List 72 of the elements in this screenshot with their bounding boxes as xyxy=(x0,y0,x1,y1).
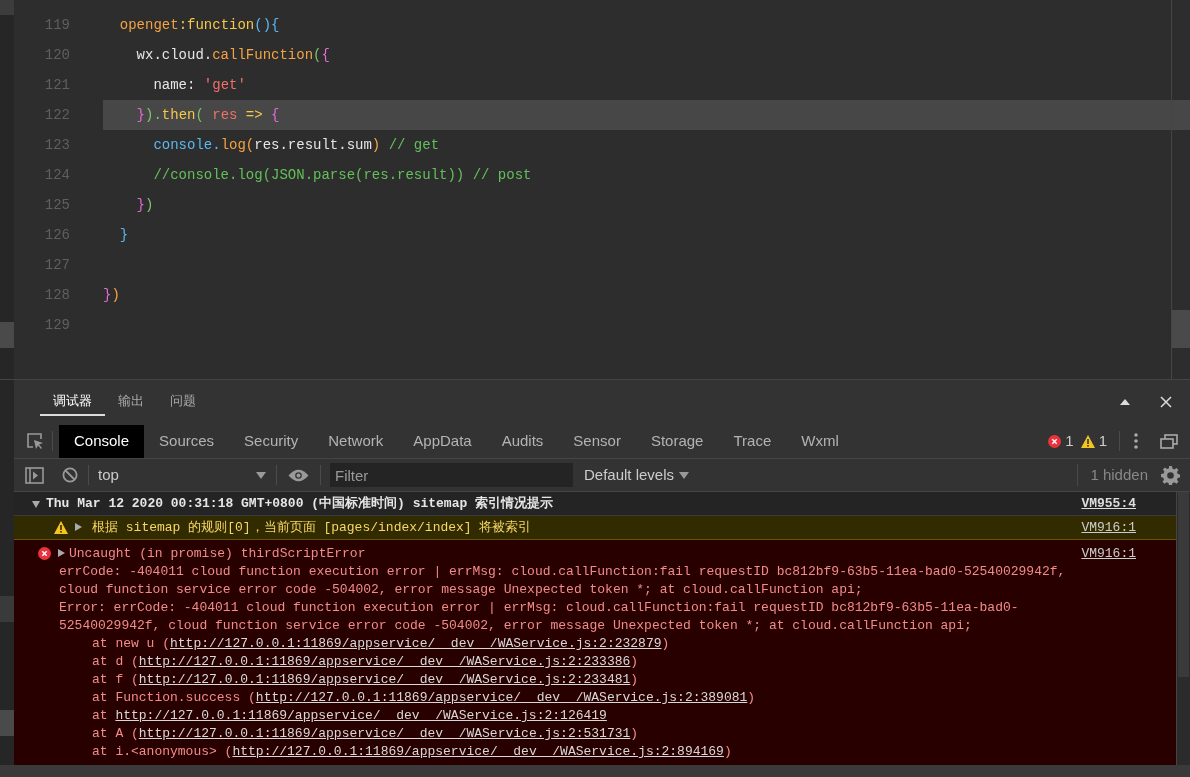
scrollbar-thumb[interactable] xyxy=(1172,310,1190,348)
code-line: }) xyxy=(135,195,154,215)
more-icon[interactable] xyxy=(1134,433,1138,449)
scrollbar-thumb[interactable] xyxy=(1178,492,1189,677)
error-text: Error: errCode: -404011 cloud function execution error | errMsg: cloud.callFunction:fail requestID bc812bf9-63b5-11ea-bad0- xyxy=(59,599,1020,617)
stack-link[interactable]: http://127.0.0.1:11869/appservice/__dev__/WAService.js:2:126419 xyxy=(115,708,607,723)
warning-message: 根据 sitemap 的规则[0]，当前页面 [pages/index/index] 将被索引 xyxy=(92,518,532,537)
dock-icon[interactable] xyxy=(1160,433,1178,449)
devtools-tab[interactable]: Audits xyxy=(486,424,559,458)
error-text: errCode: -404011 cloud function execution error | errMsg: cloud.callFunction:fail requestID bc812bf9-63b5-11ea-bad0-52540029942f, xyxy=(59,563,1067,581)
error-title: Uncaught (in promise) thirdScriptError xyxy=(69,544,366,563)
devtools-tab[interactable]: Storage xyxy=(635,424,719,458)
stack-frame: at A (http://127.0.0.1:11869/appservice/__dev__/WAService.js:2:531731) xyxy=(59,725,1136,743)
stack-frame: at d (http://127.0.0.1:11869/appservice/__dev__/WAService.js:2:233386) xyxy=(59,653,1136,671)
stack-link[interactable]: http://127.0.0.1:11869/appservice/__dev__/WAService.js:2:389081 xyxy=(255,690,748,705)
warning-count: 1 xyxy=(1098,430,1107,451)
error-icon xyxy=(1048,434,1062,448)
stack-frame: at http://127.0.0.1:11869/appservice/__dev__/WAService.js:2:126419 xyxy=(59,707,1136,725)
source-link[interactable]: VM916:1 xyxy=(1081,517,1136,538)
context-select[interactable]: top xyxy=(98,463,266,487)
source-link[interactable]: VM916:1 xyxy=(1081,543,1136,563)
devtools-tab[interactable]: Network xyxy=(313,424,399,458)
code-line: }) xyxy=(103,285,120,305)
devtools-tab[interactable]: AppData xyxy=(398,424,487,458)
hidden-count: 1 hidden xyxy=(1090,464,1148,485)
error-count: 1 xyxy=(1065,430,1074,451)
devtools-tab[interactable]: Wxml xyxy=(786,424,854,458)
source-link[interactable]: VM955:4 xyxy=(1081,493,1136,514)
panel-tab[interactable]: 调试器 xyxy=(40,388,105,416)
code-line: wx.cloud.callFunction({ xyxy=(135,45,330,65)
stack-frame: at Function.success (http://127.0.0.1:11869/appservice/__dev__/WAService.js:2:389081) xyxy=(59,689,1136,707)
expanded-arrow-icon[interactable] xyxy=(32,499,40,508)
error-icon xyxy=(38,546,51,560)
close-icon[interactable] xyxy=(1160,396,1172,408)
warning-icon xyxy=(54,520,68,534)
panel-tab[interactable]: 输出 xyxy=(105,388,157,416)
sidebar-toggle-icon[interactable] xyxy=(25,466,44,484)
collapse-up-icon[interactable] xyxy=(1120,399,1130,405)
devtools-tab[interactable]: Security xyxy=(229,424,314,458)
levels-dropdown[interactable]: Default levels xyxy=(584,463,690,487)
code-line: openget:function(){ xyxy=(118,15,280,35)
dropdown-caret-icon xyxy=(256,471,266,479)
devtools-tab[interactable]: Console xyxy=(59,424,145,458)
stack-link[interactable]: http://127.0.0.1:11869/appservice/__dev__/WAService.js:2:894169 xyxy=(232,744,724,759)
filter-field[interactable]: Filter xyxy=(330,463,573,487)
eye-icon[interactable] xyxy=(288,468,309,482)
group-title: Thu Mar 12 2020 00:31:18 GMT+0800 (中国标准时间) sitemap 索引情况提示 xyxy=(46,494,554,513)
dropdown-caret-icon xyxy=(679,471,690,479)
code-line: } xyxy=(118,225,129,245)
error-text: 52540029942f, cloud function service error code -504002, error message Unexpected token *; at cloud.callFunction api; xyxy=(59,617,973,635)
stack-frame: at i.<anonymous> (http://127.0.0.1:11869/appservice/__dev__/WAService.js:2:894169) xyxy=(59,743,1136,761)
devtools-tab[interactable]: Trace xyxy=(718,424,787,458)
warning-icon xyxy=(1080,434,1095,448)
settings-icon[interactable] xyxy=(1161,465,1180,485)
stack-frame: at f (http://127.0.0.1:11869/appservice/__dev__/WAService.js:2:233481) xyxy=(59,671,1136,689)
collapsed-arrow-icon[interactable] xyxy=(57,549,65,558)
stack-link[interactable]: http://127.0.0.1:11869/appservice/__dev__/WAService.js:2:531731 xyxy=(138,726,631,741)
code-line: name: 'get' xyxy=(152,75,246,95)
inspect-icon[interactable] xyxy=(26,432,44,450)
code-line: }).then( res => { xyxy=(135,105,280,125)
code-line: console.log(res.result.sum) // get xyxy=(152,135,440,155)
devtools-tab[interactable]: Sensor xyxy=(558,424,636,458)
clear-icon[interactable] xyxy=(62,467,78,483)
code-line: //console.log(JSON.parse(res.result)) // post xyxy=(152,165,532,185)
error-text: cloud function service error code -504002, error message Unexpected token *; at cloud.callFunction api; xyxy=(59,581,864,599)
panel-tab[interactable]: 问题 xyxy=(157,388,209,416)
stack-link[interactable]: http://127.0.0.1:11869/appservice/__dev__/WAService.js:2:233386 xyxy=(138,654,631,669)
stack-link[interactable]: http://127.0.0.1:11869/appservice/__dev__/WAService.js:2:232879 xyxy=(170,636,662,651)
devtools-tab[interactable]: Sources xyxy=(144,424,230,458)
stack-link[interactable]: http://127.0.0.1:11869/appservice/__dev__/WAService.js:2:233481 xyxy=(138,672,631,687)
collapsed-arrow-icon[interactable] xyxy=(74,523,82,532)
stack-frame: at new u (http://127.0.0.1:11869/appservice/__dev__/WAService.js:2:232879) xyxy=(59,635,1136,653)
